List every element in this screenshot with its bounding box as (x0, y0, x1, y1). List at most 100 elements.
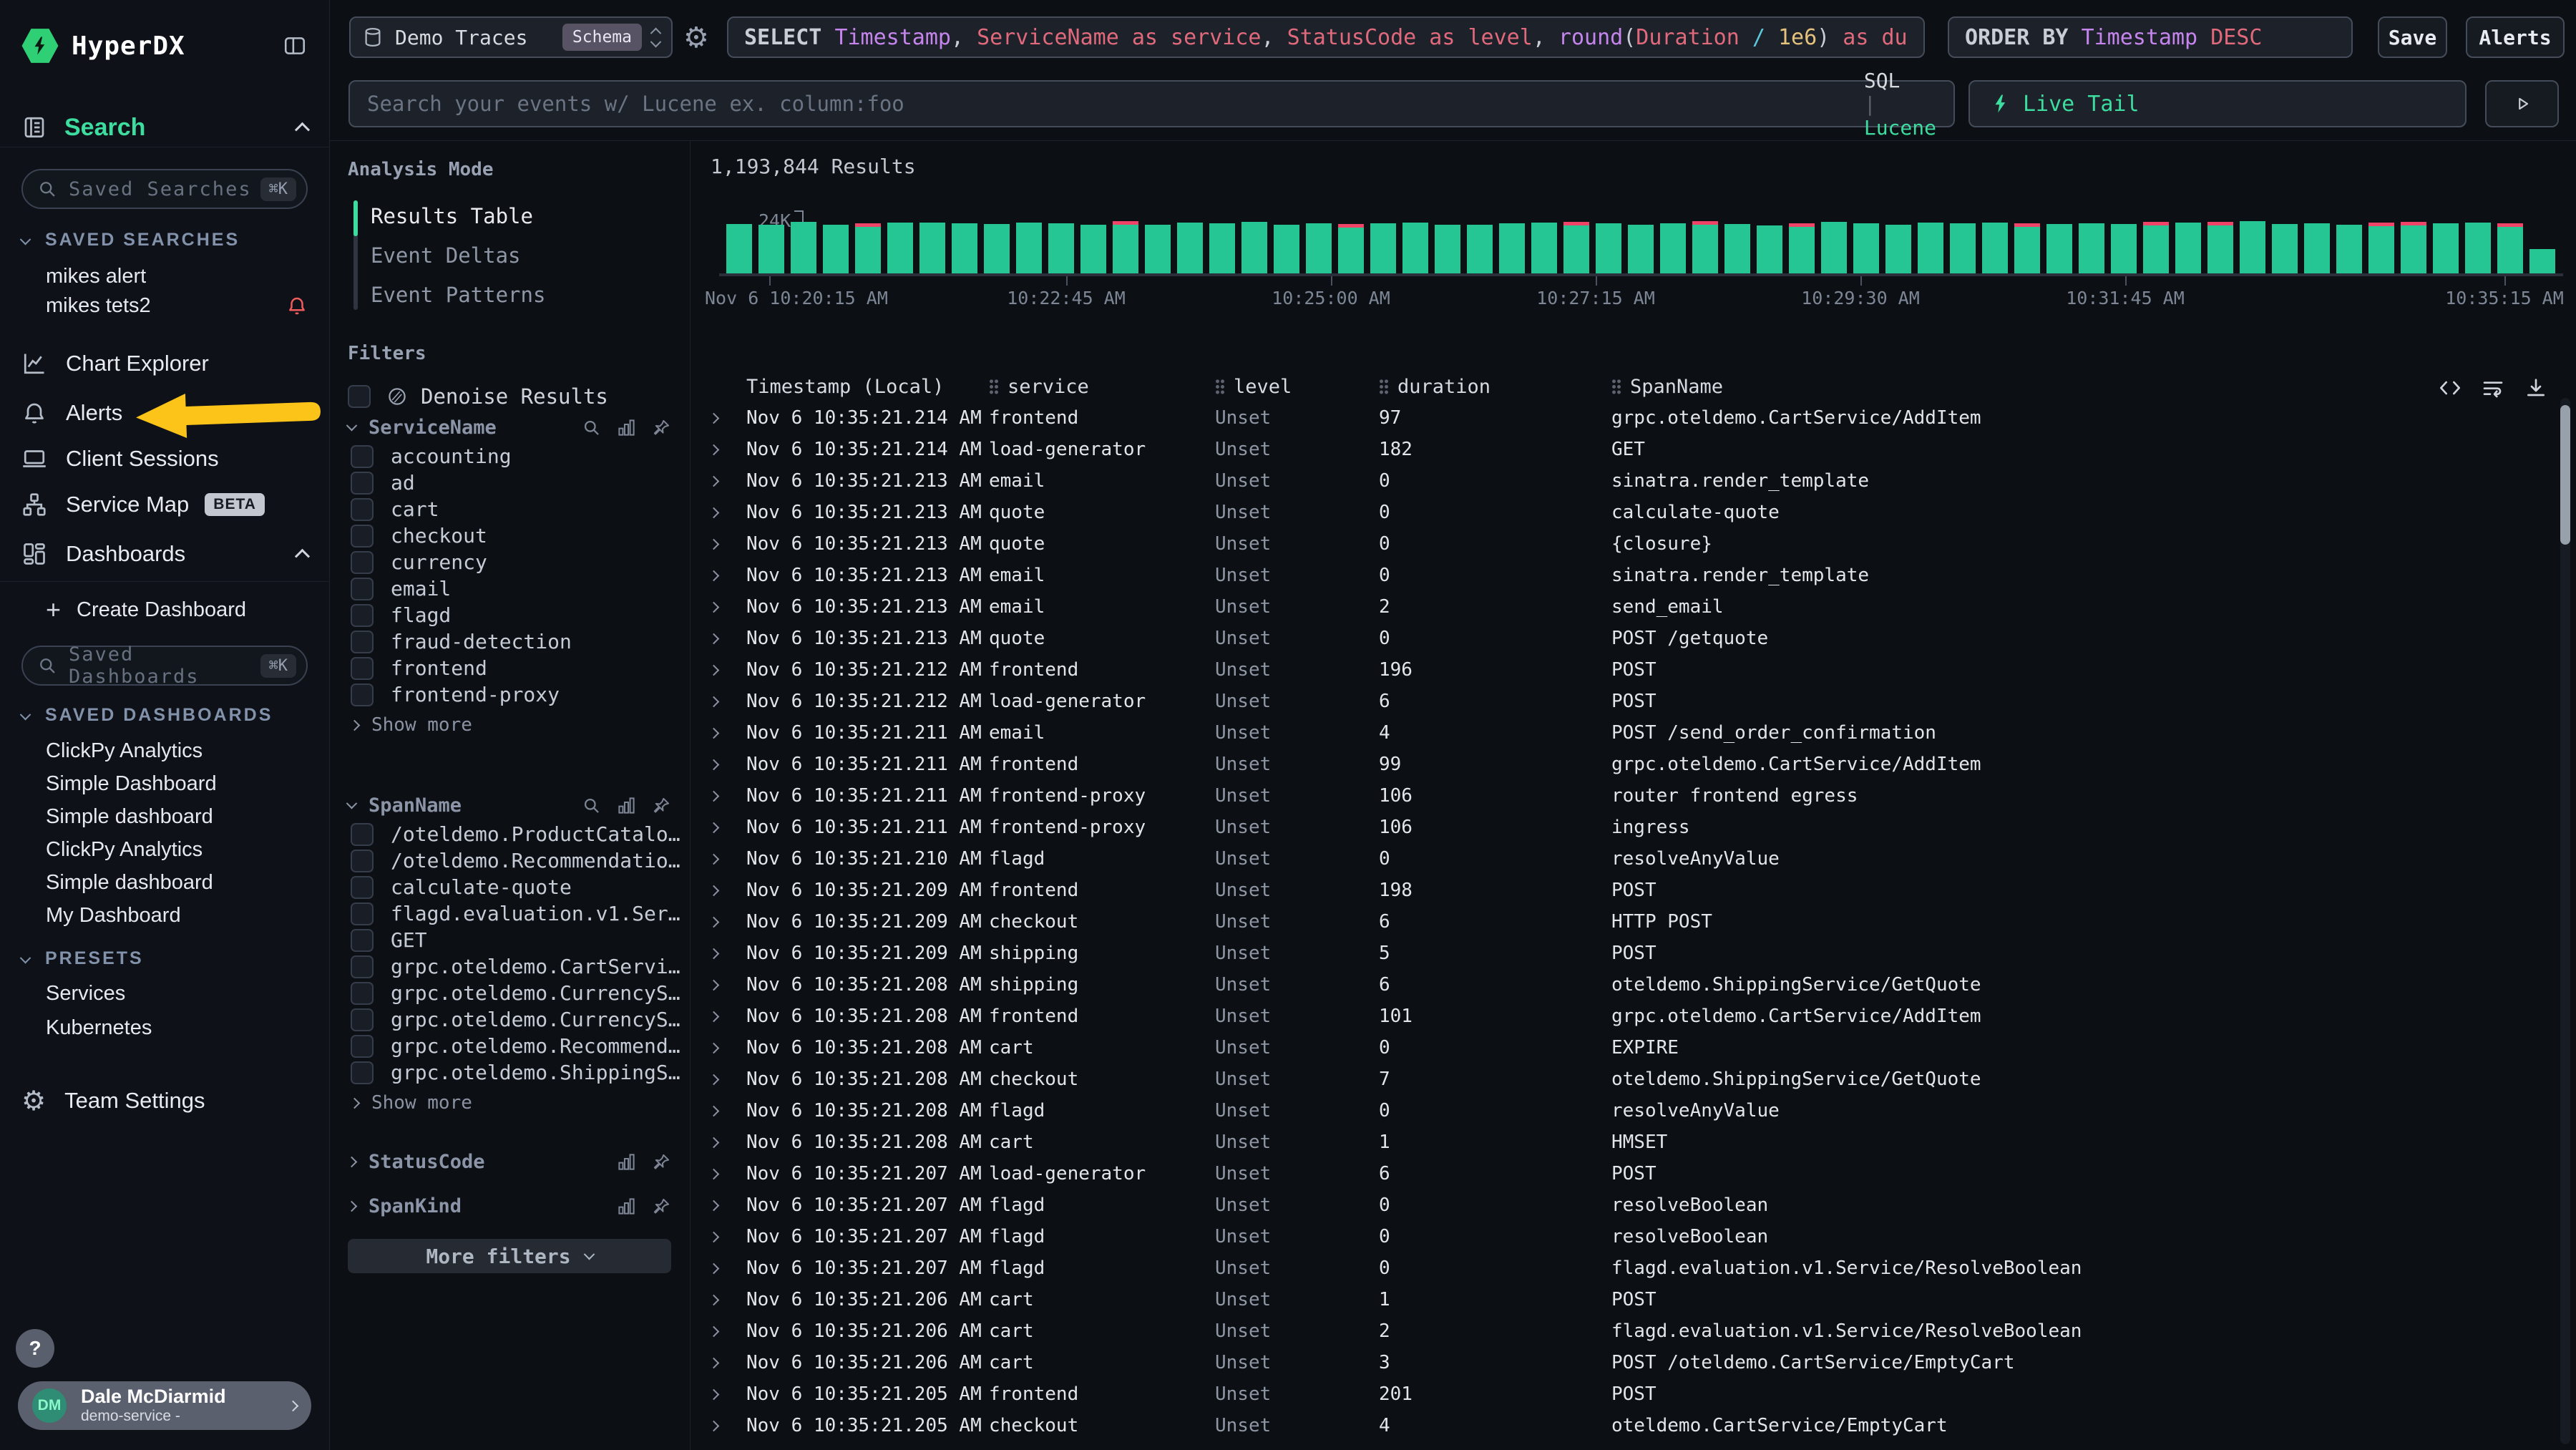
checkbox[interactable] (348, 385, 371, 408)
expand-row-icon[interactable] (699, 1233, 728, 1241)
table-row[interactable]: Nov 6 10:35:21.210 AMflagdUnset0resolveA… (691, 843, 2533, 875)
filter-group-header[interactable]: SpanName (348, 789, 671, 821)
histogram-bar[interactable] (984, 224, 1010, 273)
histogram-bar[interactable] (2465, 223, 2491, 273)
checkbox[interactable] (351, 604, 374, 627)
denoise-results-toggle[interactable]: Denoise Results (348, 381, 671, 412)
table-row[interactable]: Nov 6 10:35:21.208 AMflagdUnset0resolveA… (691, 1095, 2533, 1127)
histogram-bar[interactable] (1467, 225, 1493, 273)
sidebar-item-dashboard[interactable]: Simple Dashboard (21, 767, 308, 800)
histogram-bar[interactable] (1338, 224, 1364, 273)
pin-icon[interactable] (652, 418, 671, 437)
checkbox[interactable] (351, 850, 374, 872)
filter-option[interactable]: flagd.evaluation.v1.Ser… (348, 900, 671, 927)
filter-option[interactable]: ad (348, 469, 671, 496)
column-header-level[interactable]: level (1215, 376, 1379, 398)
histogram-bar[interactable] (1724, 224, 1750, 273)
filter-option[interactable]: checkout (348, 522, 671, 549)
collapse-sidebar-icon[interactable] (282, 34, 308, 58)
table-row[interactable]: Nov 6 10:35:21.205 AMcheckoutUnset4oteld… (691, 1410, 2533, 1441)
column-header-duration[interactable]: duration (1379, 376, 1611, 398)
table-row[interactable]: Nov 6 10:35:21.209 AMfrontendUnset198POS… (691, 875, 2533, 906)
analysis-mode-option[interactable]: Event Patterns (371, 275, 671, 314)
histogram-bar[interactable] (1241, 222, 1267, 273)
more-filters-button[interactable]: More filters (348, 1239, 671, 1273)
histogram-bar[interactable] (2079, 223, 2104, 273)
filter-group-header[interactable]: StatusCode (348, 1146, 671, 1177)
sidebar-item-saved-search[interactable]: mikes tets2 (21, 291, 308, 320)
histogram-bar[interactable] (823, 225, 849, 273)
expand-row-icon[interactable] (699, 572, 728, 580)
sql-select-input[interactable]: SELECT Timestamp, ServiceName as service… (727, 16, 1925, 58)
histogram-bar[interactable] (1563, 222, 1589, 273)
histogram-bar[interactable] (2272, 224, 2298, 273)
column-header-spanname[interactable]: SpanName (1611, 376, 2533, 398)
expand-row-icon[interactable] (699, 603, 728, 611)
show-more-button[interactable]: Show more (348, 711, 671, 739)
source-select[interactable]: Demo Traces Schema (349, 16, 673, 58)
sidebar-section-search[interactable]: Search (21, 109, 308, 146)
checkbox[interactable] (351, 929, 374, 952)
table-row[interactable]: Nov 6 10:35:21.207 AMflagdUnset0flagd.ev… (691, 1252, 2533, 1284)
table-row[interactable]: Nov 6 10:35:21.211 AMfrontend-proxyUnset… (691, 812, 2533, 843)
chevron-up-icon[interactable] (295, 122, 310, 137)
histogram-bar[interactable] (2207, 222, 2233, 273)
filter-option[interactable]: grpc.oteldemo.CurrencyS… (348, 980, 671, 1006)
expand-row-icon[interactable] (699, 414, 728, 422)
sidebar-item-saved-search[interactable]: mikes alert (21, 262, 308, 291)
checkbox[interactable] (351, 631, 374, 653)
checkbox[interactable] (351, 876, 374, 899)
histogram-bar[interactable] (1628, 225, 1654, 273)
wrap-lines-icon[interactable] (2482, 376, 2504, 399)
drag-handle-icon[interactable] (1215, 379, 1225, 395)
histogram-bar[interactable] (2175, 223, 2201, 273)
histogram-bar[interactable] (1692, 221, 1718, 273)
expand-row-icon[interactable] (699, 855, 728, 863)
mode-sql[interactable]: SQL (1864, 69, 1901, 92)
table-row[interactable]: Nov 6 10:35:21.213 AMemailUnset0sinatra.… (691, 465, 2533, 497)
table-row[interactable]: Nov 6 10:35:21.206 AMcartUnset1POST (691, 1284, 2533, 1315)
histogram-bar[interactable] (2046, 224, 2072, 273)
table-row[interactable]: Nov 6 10:35:21.207 AMflagdUnset0resolveB… (691, 1221, 2533, 1252)
expand-row-icon[interactable] (699, 887, 728, 895)
drag-handle-icon[interactable] (1379, 379, 1389, 395)
histogram-bar[interactable] (2368, 223, 2394, 273)
sidebar-item-preset[interactable]: Kubernetes (21, 1011, 308, 1045)
expand-row-icon[interactable] (699, 761, 728, 769)
user-card[interactable]: DM Dale McDiarmid demo-service - (18, 1381, 311, 1430)
histogram-bar[interactable] (2529, 249, 2555, 273)
sidebar-item-dashboard[interactable]: Simple dashboard (21, 866, 308, 899)
histogram-bar[interactable] (1885, 225, 1911, 273)
table-row[interactable]: Nov 6 10:35:21.213 AMemailUnset2send_ema… (691, 591, 2533, 623)
table-row[interactable]: Nov 6 10:35:21.211 AMemailUnset4POST /se… (691, 717, 2533, 749)
filter-option[interactable]: grpc.oteldemo.CurrencyS… (348, 1006, 671, 1033)
histogram-bar[interactable] (1789, 223, 1815, 273)
histogram-bar[interactable] (726, 224, 752, 273)
filter-option[interactable]: frontend (348, 655, 671, 681)
order-by-input[interactable]: ORDER BY Timestamp DESC (1948, 16, 2353, 58)
expand-row-icon[interactable] (699, 1170, 728, 1178)
histogram-bar[interactable] (1274, 225, 1299, 273)
checkbox[interactable] (351, 1035, 374, 1058)
expand-row-icon[interactable] (699, 446, 728, 454)
expand-row-icon[interactable] (699, 950, 728, 958)
column-header-service[interactable]: service (989, 376, 1215, 398)
filter-option[interactable]: grpc.oteldemo.Recommend… (348, 1033, 671, 1059)
histogram-bar[interactable] (2433, 223, 2459, 273)
table-row[interactable]: Nov 6 10:35:21.212 AMfrontendUnset196POS… (691, 654, 2533, 686)
expand-row-icon[interactable] (699, 1391, 728, 1398)
histogram-bar[interactable] (1660, 223, 1686, 273)
checkbox[interactable] (351, 1061, 374, 1084)
histogram-bar[interactable] (919, 223, 945, 273)
histogram-bar[interactable] (1757, 225, 1782, 273)
histogram-bar[interactable] (1370, 223, 1396, 273)
table-row[interactable]: Nov 6 10:35:21.207 AMflagdUnset0resolveB… (691, 1189, 2533, 1221)
bar-chart-icon[interactable] (617, 1152, 636, 1172)
column-header-timestamp[interactable]: Timestamp (Local) (746, 376, 989, 398)
checkbox[interactable] (351, 902, 374, 925)
histogram-bar[interactable] (1596, 223, 1621, 273)
checkbox[interactable] (351, 683, 374, 706)
search-icon[interactable] (582, 418, 601, 437)
expand-row-icon[interactable] (699, 477, 728, 485)
histogram-bar[interactable] (2401, 222, 2426, 273)
